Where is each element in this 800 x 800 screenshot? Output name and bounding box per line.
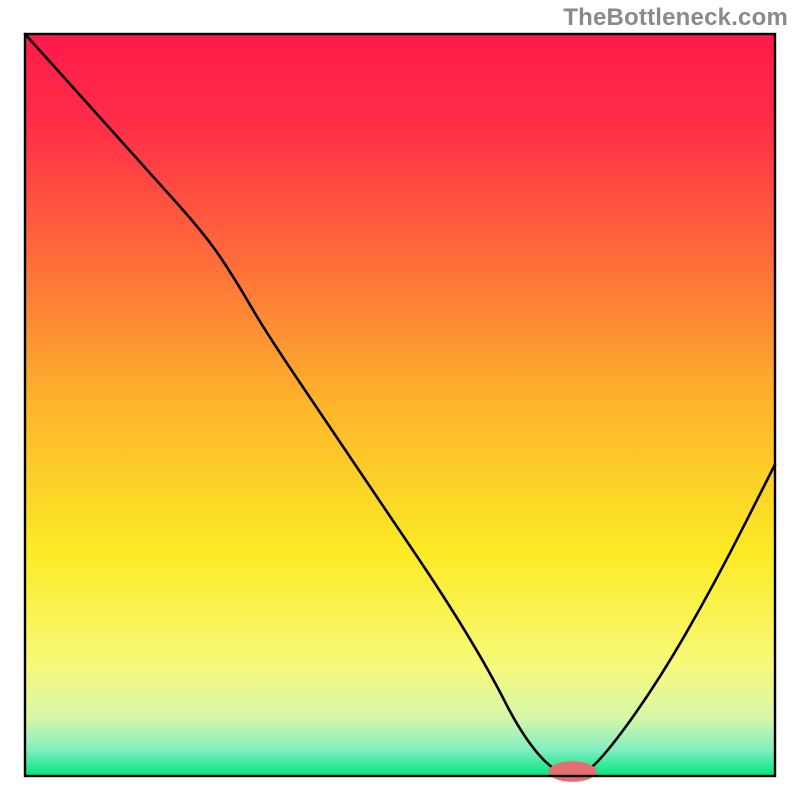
chart-container: TheBottleneck.com [0, 0, 800, 800]
plot-background [25, 34, 775, 776]
bottleneck-chart [0, 0, 800, 800]
optimal-marker [549, 761, 597, 782]
watermark-text: TheBottleneck.com [563, 4, 788, 32]
